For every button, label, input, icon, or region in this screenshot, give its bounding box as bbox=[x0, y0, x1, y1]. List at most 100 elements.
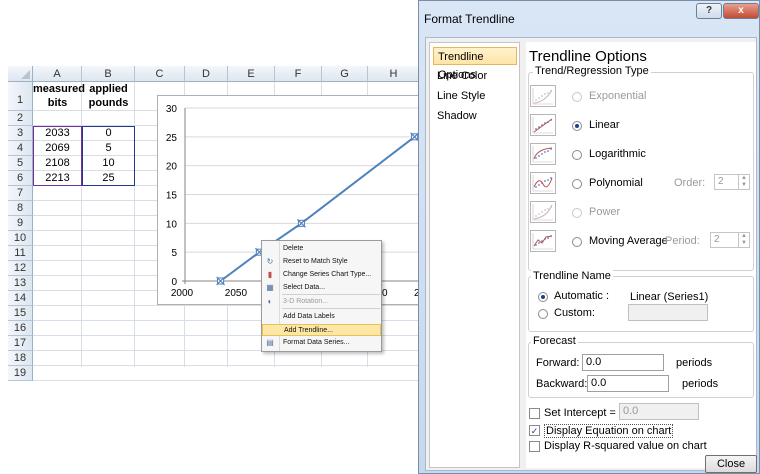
data-point-marker[interactable] bbox=[296, 218, 306, 228]
trend-type-radio-linear[interactable] bbox=[572, 121, 582, 131]
menu-item-delete[interactable]: Delete bbox=[262, 243, 381, 255]
cell-b1[interactable]: applied pounds bbox=[82, 82, 135, 110]
trend-type-group-label: Trend/Regression Type bbox=[533, 65, 651, 77]
row-header-2[interactable]: 2 bbox=[8, 111, 33, 126]
delete-icon bbox=[265, 244, 275, 254]
select-all-corner[interactable] bbox=[8, 66, 33, 82]
row-header-7[interactable]: 7 bbox=[8, 186, 33, 201]
period-spinner[interactable]: 2 ▲ ▼ bbox=[710, 232, 750, 248]
menu-item-label: 3-D Rotation... bbox=[283, 298, 329, 305]
close-button[interactable]: Close bbox=[705, 455, 757, 473]
chart-type-icon: ▮ bbox=[267, 270, 273, 279]
menu-item-change-series-chart-type[interactable]: ▮ Change Series Chart Type... bbox=[262, 269, 381, 281]
cell-a1[interactable]: measured bits bbox=[33, 82, 85, 110]
menu-item-3-d-rotation[interactable]: ◐ 3-D Rotation... bbox=[262, 296, 381, 308]
x-range-highlight bbox=[33, 126, 82, 186]
row-header-11[interactable]: 11 bbox=[8, 246, 33, 261]
trendline-name-group-label: Trendline Name bbox=[531, 270, 613, 282]
custom-name-label[interactable]: Custom: bbox=[554, 307, 595, 319]
trend-type-label-polynomial[interactable]: Polynomial bbox=[589, 177, 643, 189]
menu-item-add-data-labels[interactable]: Add Data Labels bbox=[262, 311, 381, 323]
x-tick-label: 2050 bbox=[225, 288, 248, 299]
automatic-name-radio[interactable] bbox=[538, 292, 548, 302]
row-header-9[interactable]: 9 bbox=[8, 216, 33, 231]
row-header-3[interactable]: 3 bbox=[8, 126, 33, 141]
menu-item-label: Format Data Series... bbox=[283, 339, 350, 346]
trend-type-label-power[interactable]: Power bbox=[589, 206, 620, 218]
row-header-16[interactable]: 16 bbox=[8, 321, 33, 336]
backward-input[interactable]: 0.0 bbox=[587, 375, 669, 392]
help-button[interactable]: ? bbox=[696, 3, 722, 19]
nav-line-color[interactable]: Line Color bbox=[433, 67, 517, 85]
column-gridline bbox=[134, 82, 135, 367]
row-header-19[interactable]: 19 bbox=[8, 366, 33, 381]
close-x-button[interactable]: x bbox=[723, 3, 759, 19]
display-r-squared-label[interactable]: Display R-squared value on chart bbox=[544, 440, 707, 452]
trend-type-radio-exponential[interactable] bbox=[572, 92, 582, 102]
select-data-icon: ▦ bbox=[266, 283, 274, 292]
column-header-d[interactable]: D bbox=[185, 66, 228, 82]
column-header-g[interactable]: G bbox=[322, 66, 368, 82]
trend-type-label-logarithmic[interactable]: Logarithmic bbox=[589, 148, 646, 160]
display-r-squared-checkbox[interactable] bbox=[529, 441, 540, 452]
custom-name-input[interactable] bbox=[628, 304, 708, 321]
automatic-name-label[interactable]: Automatic : bbox=[554, 290, 609, 302]
column-header-e[interactable]: E bbox=[228, 66, 275, 82]
set-intercept-label[interactable]: Set Intercept = bbox=[544, 407, 616, 419]
trend-type-label-moving-average[interactable]: Moving Average bbox=[589, 235, 668, 247]
intercept-input[interactable]: 0.0 bbox=[619, 403, 699, 420]
row-header-6[interactable]: 6 bbox=[8, 171, 33, 186]
display-equation-label[interactable]: Display Equation on chart bbox=[544, 424, 674, 438]
menu-item-add-trendline[interactable]: Add Trendline... bbox=[262, 324, 381, 336]
trend-type-label-linear[interactable]: Linear bbox=[589, 119, 620, 131]
trend-type-label-exponential[interactable]: Exponential bbox=[589, 90, 647, 102]
menu-item-select-data[interactable]: ▦ Select Data... bbox=[262, 282, 381, 294]
set-intercept-checkbox[interactable] bbox=[529, 408, 540, 419]
row-header-8[interactable]: 8 bbox=[8, 201, 33, 216]
menu-item-label: Change Series Chart Type... bbox=[283, 271, 372, 278]
row-header-10[interactable]: 10 bbox=[8, 231, 33, 246]
reset-style-icon: ↻ bbox=[266, 257, 274, 266]
trend-type-radio-power[interactable] bbox=[572, 208, 582, 218]
options-panel: Trendline Options Trend/Regression Type … bbox=[526, 42, 756, 468]
column-header-c[interactable]: C bbox=[135, 66, 185, 82]
column-header-f[interactable]: F bbox=[275, 66, 322, 82]
trend-type-radio-logarithmic[interactable] bbox=[572, 150, 582, 160]
forward-periods-label: periods bbox=[676, 357, 713, 369]
data-point-marker[interactable] bbox=[216, 276, 225, 286]
y-tick-label: 25 bbox=[166, 133, 178, 144]
row-header-15[interactable]: 15 bbox=[8, 306, 33, 321]
row-header-13[interactable]: 13 bbox=[8, 276, 33, 291]
row-header-12[interactable]: 12 bbox=[8, 261, 33, 276]
nav-shadow[interactable]: Shadow bbox=[433, 107, 517, 125]
row-header-1[interactable]: 1 bbox=[8, 82, 33, 111]
menu-item-format-data-series[interactable]: ▤ Format Data Series... bbox=[262, 337, 381, 349]
nav-line-style[interactable]: Line Style bbox=[433, 87, 517, 105]
row-header-17[interactable]: 17 bbox=[8, 336, 33, 351]
exponential-trend-icon bbox=[530, 85, 556, 107]
column-header-b[interactable]: B bbox=[82, 66, 135, 82]
backward-label: Backward: bbox=[536, 378, 588, 390]
context-menu: Delete ↻ Reset to Match Style ▮ Change Serie… bbox=[261, 240, 382, 352]
row-header-4[interactable]: 4 bbox=[8, 141, 33, 156]
logarithmic-trend-icon bbox=[530, 143, 556, 165]
column-header-h[interactable]: H bbox=[368, 66, 420, 82]
order-value: 2 bbox=[718, 176, 724, 187]
menu-item-reset-to-match-style[interactable]: ↻ Reset to Match Style bbox=[262, 256, 381, 268]
row-header-14[interactable]: 14 bbox=[8, 291, 33, 306]
polynomial-trend-icon bbox=[530, 172, 556, 194]
forward-input[interactable]: 0.0 bbox=[582, 354, 664, 371]
trend-type-radio-polynomial[interactable] bbox=[572, 179, 582, 189]
category-list: Trendline Options Line Color Line Style … bbox=[429, 42, 520, 468]
spinner-arrows-icon[interactable]: ▲ ▼ bbox=[738, 233, 749, 247]
display-equation-checkbox[interactable]: ✓ bbox=[529, 425, 540, 436]
spinner-arrows-icon[interactable]: ▲ ▼ bbox=[738, 175, 749, 189]
trend-type-radio-moving-average[interactable] bbox=[572, 237, 582, 247]
custom-name-radio[interactable] bbox=[538, 309, 548, 319]
column-header-a[interactable]: A bbox=[33, 66, 82, 82]
row-header-18[interactable]: 18 bbox=[8, 351, 33, 366]
nav-trendline-options[interactable]: Trendline Options bbox=[433, 47, 517, 81]
order-spinner[interactable]: 2 ▲ ▼ bbox=[714, 174, 750, 190]
dialog-body: Trendline Options Line Color Line Style … bbox=[425, 37, 757, 471]
row-header-5[interactable]: 5 bbox=[8, 156, 33, 171]
